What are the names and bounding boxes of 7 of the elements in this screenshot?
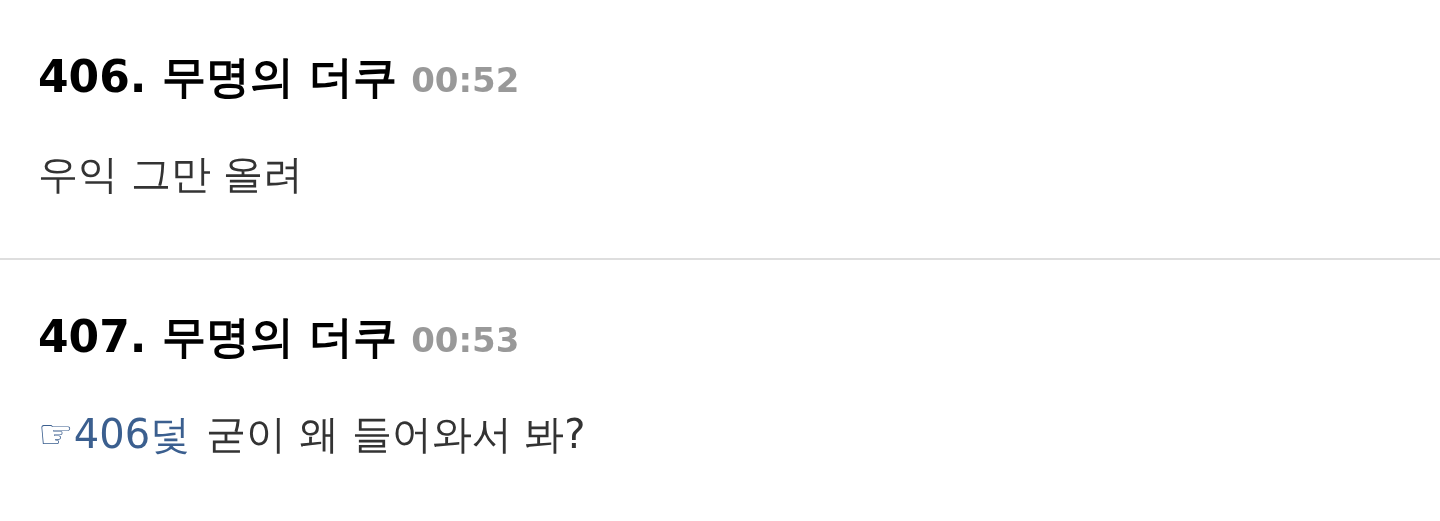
comment-time: 00:53: [411, 320, 520, 360]
comment-author: 406. 무명의 더쿠: [38, 50, 398, 104]
comment-time: 00:52: [411, 60, 520, 100]
comment-text: 굳이 왜 들어와서 봐?: [206, 410, 586, 459]
reply-link[interactable]: ☞406덫: [38, 407, 191, 462]
comment-author: 407. 무명의 더쿠: [38, 310, 398, 364]
comment-text: 우익 그만 올려: [38, 150, 304, 199]
